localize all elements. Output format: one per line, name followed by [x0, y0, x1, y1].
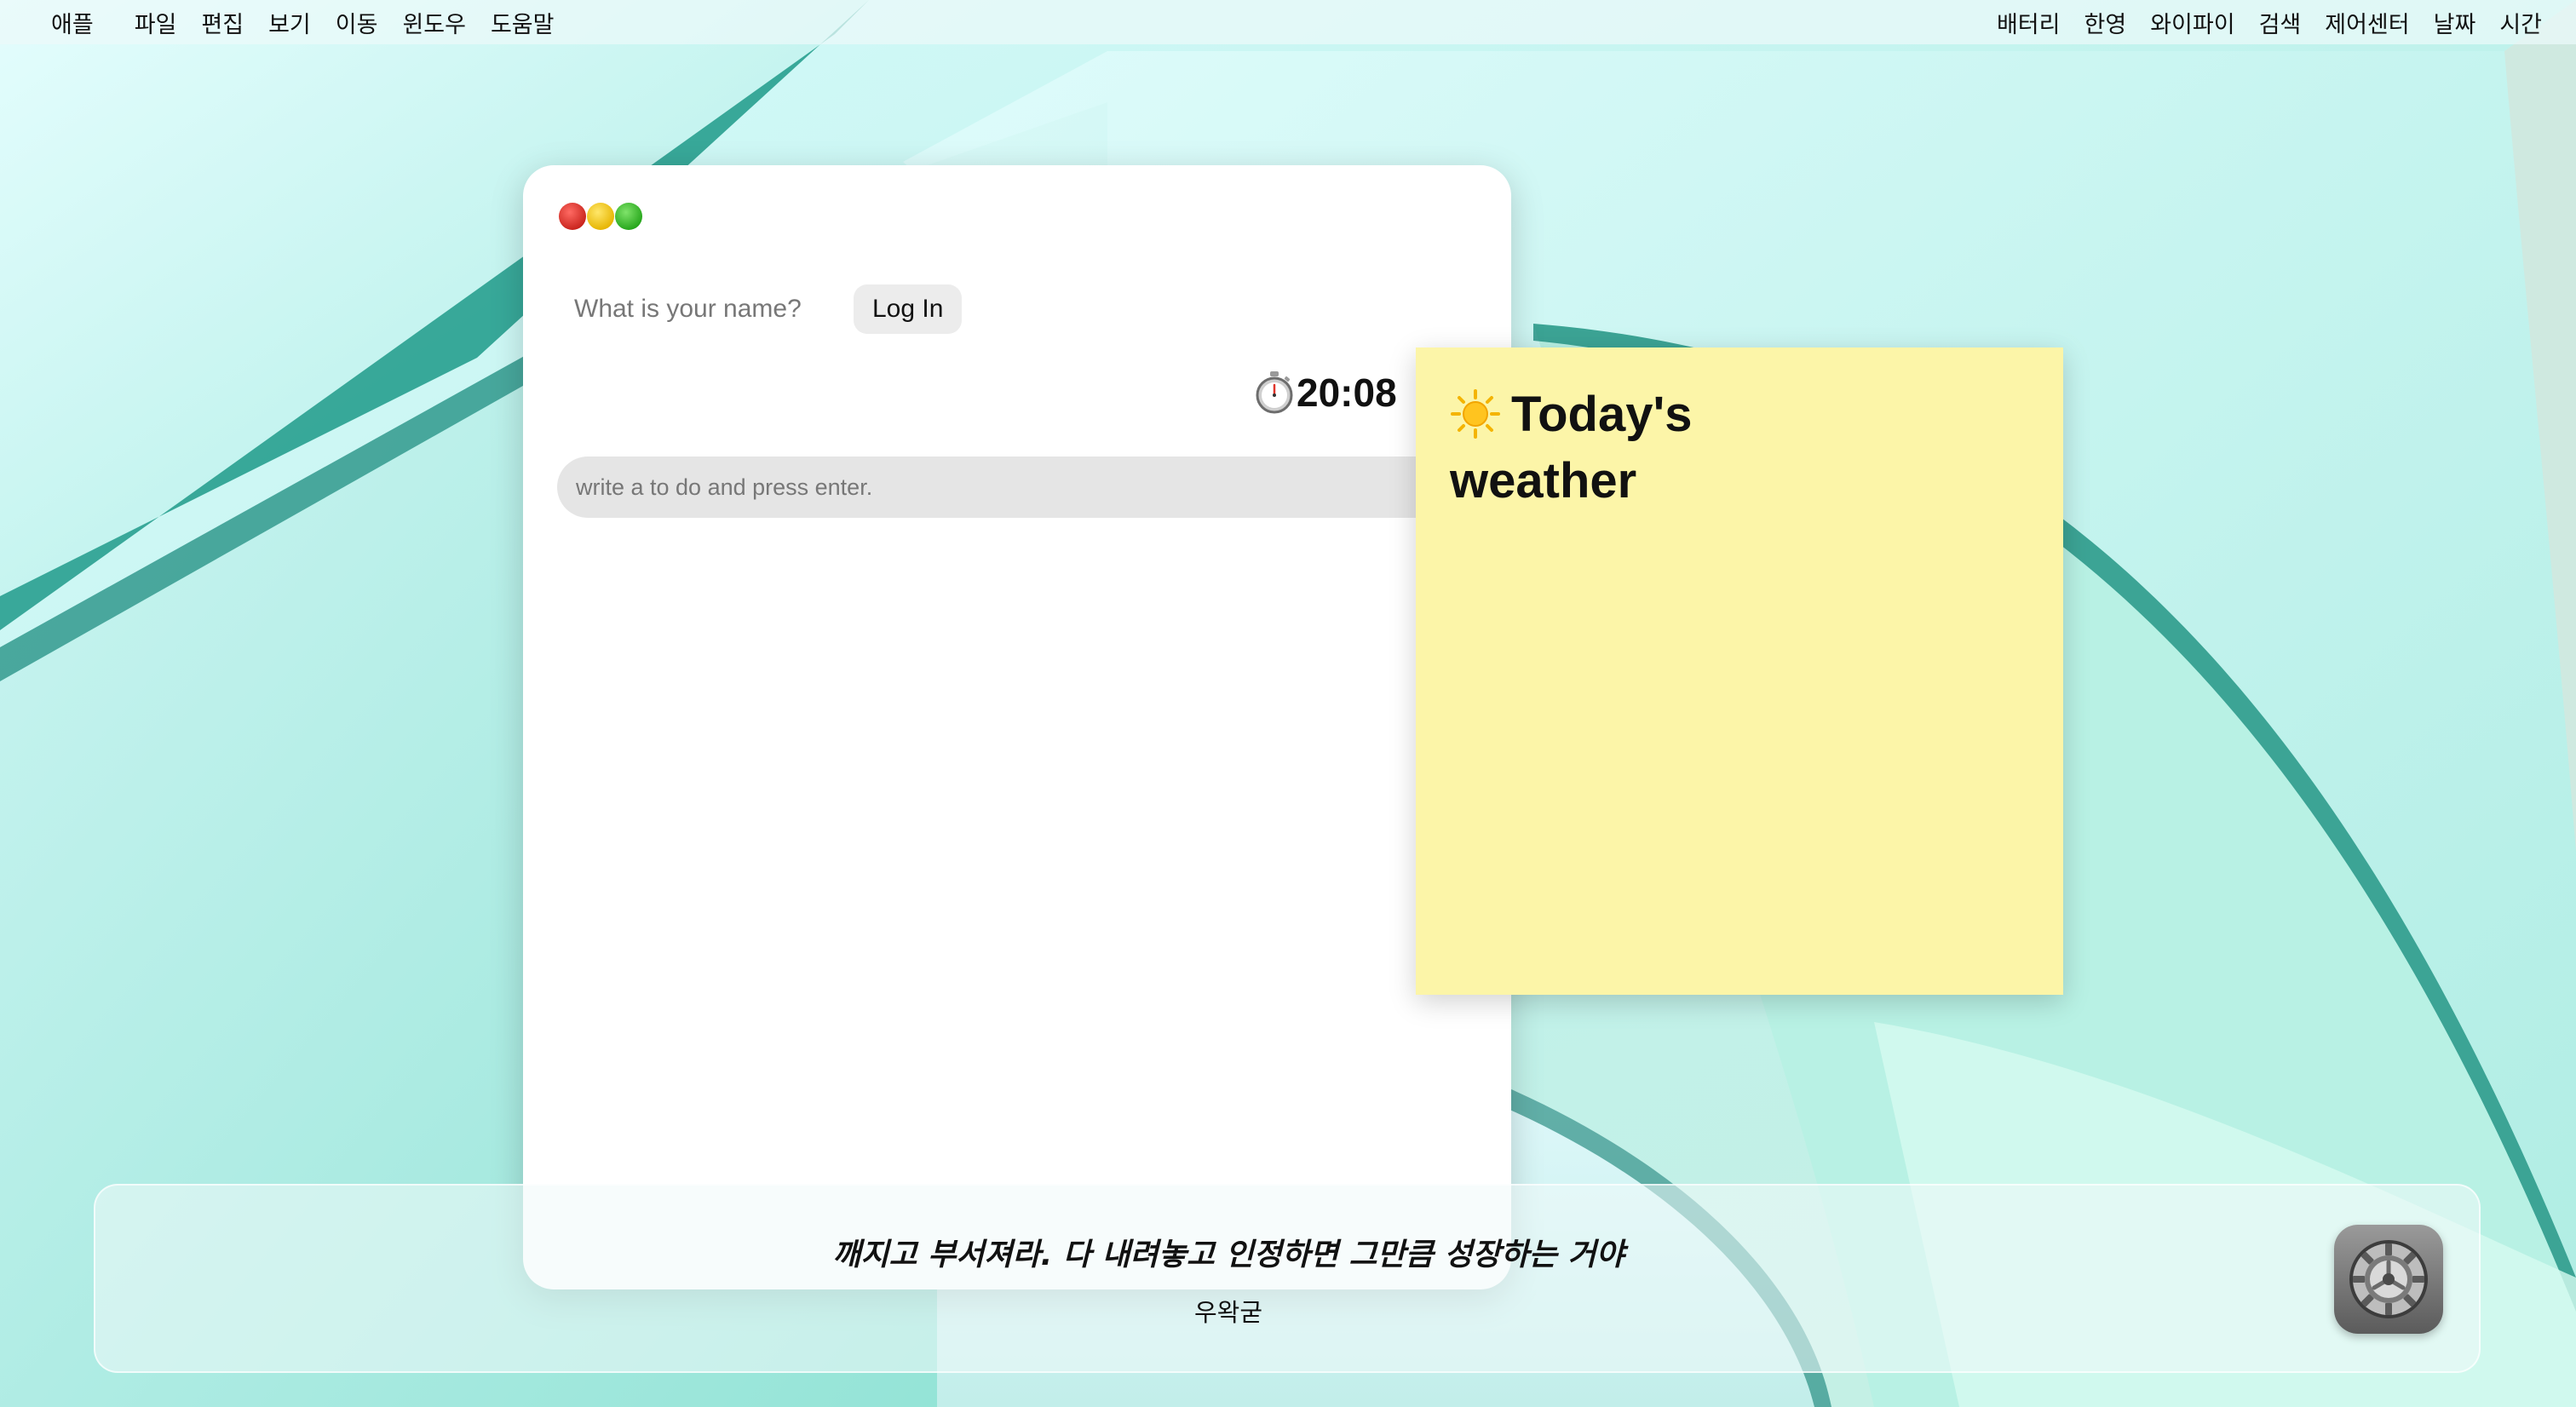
status-battery[interactable]: 배터리 — [1997, 6, 2061, 39]
status-time[interactable]: 시간 — [2499, 6, 2542, 39]
minimize-button[interactable] — [587, 203, 614, 230]
settings-app-icon[interactable] — [2334, 1225, 2443, 1334]
clock-time: 20:08 — [1297, 370, 1397, 415]
quote-author: 우왁굳 — [1193, 1298, 1263, 1327]
settings-gear-icon — [2349, 1240, 2428, 1318]
status-wifi[interactable]: 와이파이 — [2150, 6, 2234, 39]
menu-file[interactable]: 파일 — [135, 6, 177, 39]
status-input-source[interactable]: 한영 — [2084, 6, 2127, 39]
stopwatch-icon — [1256, 371, 1293, 414]
menu-go[interactable]: 이동 — [336, 6, 378, 39]
name-input[interactable] — [574, 284, 830, 334]
zoom-button[interactable] — [615, 203, 642, 230]
menu-help[interactable]: 도움말 — [491, 6, 555, 39]
todo-input[interactable] — [557, 457, 1477, 518]
menu-bar-right: 배터리 한영 와이파이 검색 제어센터 날짜 시간 — [1973, 6, 2542, 39]
menu-edit[interactable]: 편집 — [201, 6, 244, 39]
menu-view[interactable]: 보기 — [268, 6, 311, 39]
login-button[interactable]: Log In — [854, 284, 963, 334]
close-button[interactable] — [559, 203, 586, 230]
window-controls — [559, 203, 643, 230]
quote-text: 깨지고 부서져라. 다 내려놓고 인정하면 그만큼 성장하는 거야 — [832, 1238, 1624, 1272]
menu-apple[interactable]: 애플 — [51, 6, 94, 39]
weather-sticky-note[interactable]: Today's weather — [1416, 347, 2063, 995]
menu-window[interactable]: 윈도우 — [402, 6, 466, 39]
sun-icon — [1451, 389, 1500, 439]
todo-window: Log In 20:08 — [523, 165, 1511, 1289]
menu-bar-left: 애플 파일 편집 보기 이동 윈도우 도움말 — [51, 6, 579, 39]
status-date[interactable]: 날짜 — [2434, 6, 2476, 39]
status-control-center[interactable]: 제어센터 — [2325, 6, 2409, 39]
login-form: Log In — [574, 284, 963, 334]
quote-dock: 깨지고 부서져라. 다 내려놓고 인정하면 그만큼 성장하는 거야 우왁굳 — [94, 1184, 2481, 1373]
clock: 20:08 — [1254, 370, 1397, 416]
menu-bar: 애플 파일 편집 보기 이동 윈도우 도움말 배터리 한영 와이파이 검색 제어… — [0, 0, 2576, 44]
status-search[interactable]: 검색 — [2259, 6, 2302, 39]
weather-title: Today's weather — [1450, 382, 1739, 514]
